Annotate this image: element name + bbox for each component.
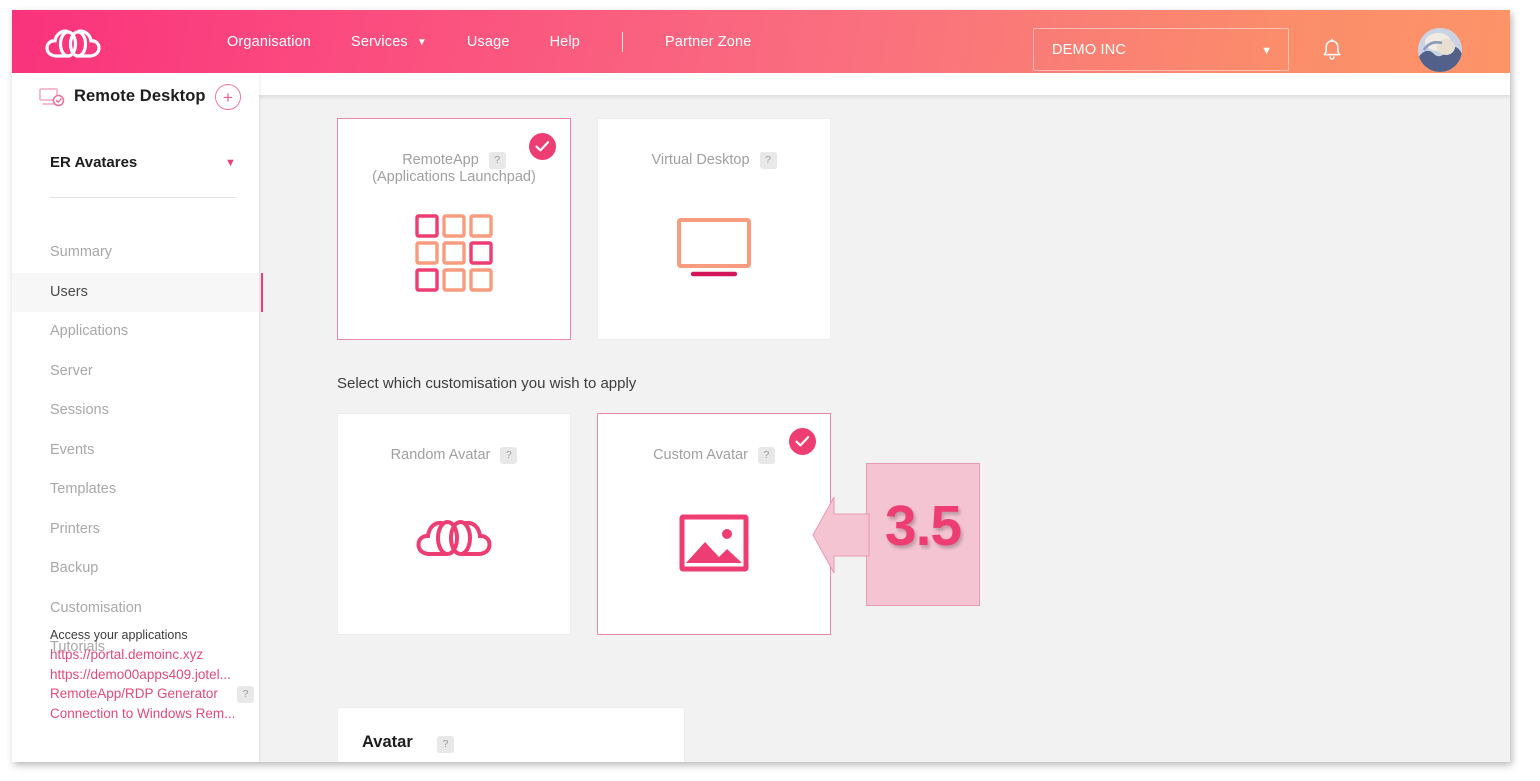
add-remote-desktop-button[interactable]: + (215, 84, 241, 110)
help-icon[interactable]: ? (759, 152, 777, 169)
help-icon[interactable]: ? (757, 447, 775, 464)
chevron-down-icon: ▼ (1261, 45, 1272, 57)
sidebar-product-header: Remote Desktop + (12, 78, 259, 120)
applications-grid-icon (338, 214, 570, 297)
nav-label: Partner Zone (664, 33, 752, 50)
help-icon[interactable]: ? (488, 152, 506, 169)
sidebar-item-users[interactable]: Users (12, 272, 263, 312)
nav-item-usage[interactable]: Usage (447, 34, 530, 50)
access-link-rdp-generator[interactable]: RemoteApp/RDP Generator (50, 684, 260, 704)
organisation-selector-value: DEMO INC (1052, 42, 1127, 58)
nav-label: Organisation (227, 33, 312, 50)
nav-item-help[interactable]: Help (530, 34, 600, 50)
sidebar-item-customisation[interactable]: Customisation (12, 589, 259, 629)
access-link-rdp-generator-row: RemoteApp/RDP Generator ? (50, 684, 260, 704)
help-icon[interactable]: ? (237, 686, 254, 704)
nav-label: Services (351, 33, 408, 50)
sidebar-nav-list: Summary Users Applications Server Sessio… (12, 233, 263, 668)
nav-label: Usage (466, 33, 510, 50)
remote-desktop-icon (39, 87, 65, 109)
left-arrow-callout-icon (812, 495, 870, 575)
sidebar-divider (50, 197, 236, 198)
user-avatar-photo[interactable] (1418, 28, 1462, 72)
card-title-line2: (Applications Launchpad) (372, 169, 536, 185)
main-content: RemoteApp? (Applications Launchpad) Virt… (259, 95, 1510, 762)
cloud-logo-icon (338, 514, 570, 565)
sidebar-item-server[interactable]: Server (12, 352, 259, 392)
chevron-down-icon: ▼ (416, 36, 427, 48)
monitor-icon (598, 217, 830, 284)
nav-divider (621, 31, 623, 52)
card-title-line1: Random Avatar (390, 447, 491, 463)
sidebar-group-selector[interactable]: ER Avatares ▼ (12, 149, 259, 181)
nav-item-partner-zone[interactable]: Partner Zone (645, 34, 771, 50)
sidebar-item-sessions[interactable]: Sessions (12, 391, 259, 431)
sidebar-item-events[interactable]: Events (12, 431, 259, 471)
avatar-card-custom[interactable]: Custom Avatar? (597, 413, 831, 635)
avatar-panel-title: Avatar (362, 733, 413, 751)
customisation-section-label: Select which customisation you wish to a… (337, 375, 637, 392)
annotation-callout-3-5: 3.5 (812, 463, 982, 606)
cloud-logo-icon[interactable] (45, 29, 101, 59)
access-link-portal[interactable]: https://portal.demoinc.xyz (50, 645, 260, 665)
sidebar-item-printers[interactable]: Printers (12, 510, 259, 550)
nav-item-organisation[interactable]: Organisation (207, 34, 331, 50)
nav-label: Help (549, 33, 580, 50)
sidebar-group-label: ER Avatares (50, 154, 138, 171)
mode-card-remoteapp[interactable]: RemoteApp? (Applications Launchpad) (337, 118, 571, 340)
top-header-bar: Organisation Services ▼ Usage Help Partne… (12, 10, 1510, 73)
image-picture-icon (598, 512, 830, 579)
organisation-selector[interactable]: DEMO INC ▼ (1033, 28, 1289, 71)
avatar-panel: Avatar ? (337, 707, 685, 762)
avatar-card-random-title: Random Avatar? (338, 447, 570, 464)
selected-check-icon (529, 133, 556, 160)
sidebar-item-backup[interactable]: Backup (12, 549, 259, 589)
sidebar-product-title: Remote Desktop (74, 87, 206, 105)
sidebar-access-links: Access your applications https://portal.… (50, 628, 260, 723)
nav-item-services[interactable]: Services ▼ (331, 34, 447, 50)
chevron-down-icon: ▼ (225, 157, 236, 169)
help-icon[interactable]: ? (437, 736, 454, 753)
card-title-line1: RemoteApp (402, 152, 479, 168)
selected-check-icon (789, 428, 816, 455)
card-title-line1: Custom Avatar (653, 447, 748, 463)
mode-card-virtual-desktop[interactable]: Virtual Desktop? (597, 118, 831, 340)
access-links-caption: Access your applications (50, 628, 188, 642)
avatar-card-random[interactable]: Random Avatar? (337, 413, 571, 635)
sidebar-item-summary[interactable]: Summary (12, 233, 259, 273)
sidebar-item-templates[interactable]: Templates (12, 470, 259, 510)
mode-card-virtual-desktop-title: Virtual Desktop? (598, 152, 830, 169)
main-navigation: Organisation Services ▼ Usage Help Partne… (207, 10, 771, 73)
app-window: Organisation Services ▼ Usage Help Partne… (12, 10, 1510, 762)
sidebar: Remote Desktop + ER Avatares ▼ Summary U… (12, 73, 263, 762)
access-link-windows-connection[interactable]: Connection to Windows Rem... (50, 704, 260, 724)
sidebar-item-applications[interactable]: Applications (12, 312, 259, 352)
card-title-line1: Virtual Desktop (651, 152, 750, 168)
access-link-apps[interactable]: https://demo00apps409.jotel... (50, 665, 260, 685)
callout-number: 3.5 (884, 494, 962, 558)
notification-bell-icon[interactable] (1321, 38, 1343, 62)
help-icon[interactable]: ? (500, 447, 518, 464)
